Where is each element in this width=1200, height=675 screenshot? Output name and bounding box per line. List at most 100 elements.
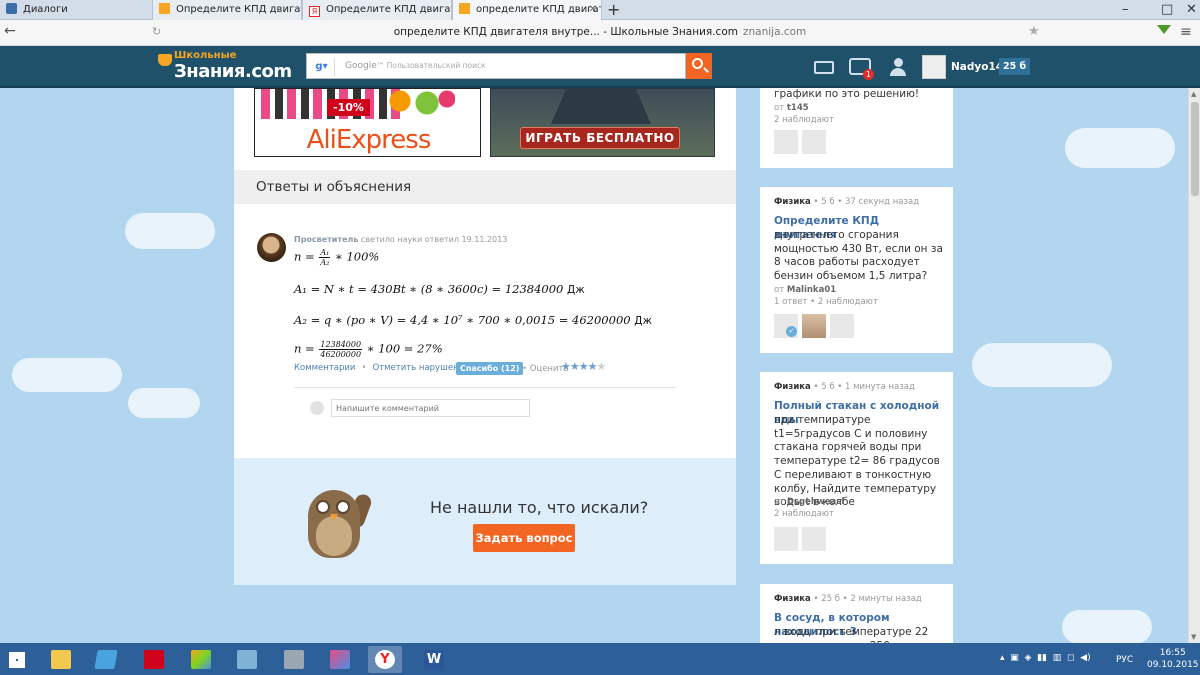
- question-card[interactable]: Физика • 5 б • 1 минута назад Полный ста…: [760, 372, 953, 564]
- notifications-icon[interactable]: 1: [849, 58, 875, 80]
- formula-text: ∗ 100 = 27%: [366, 341, 443, 356]
- clock-date: 09.10.2015: [1147, 660, 1199, 670]
- watchers-count: 2 наблюдают: [774, 115, 834, 125]
- scroll-down-icon[interactable]: ▼: [1191, 633, 1196, 641]
- scrollbar-thumb[interactable]: [1191, 102, 1199, 196]
- formula-efficiency: n = A₁ A₂ ∗ 100%: [294, 248, 379, 267]
- commenter-avatar: [310, 401, 324, 415]
- question-stats: 1 ответ • 2 наблюдают: [774, 297, 878, 307]
- tab-znanija-1[interactable]: Определите КПД двигателя в: [152, 0, 302, 20]
- subject-name[interactable]: Физика: [774, 594, 811, 604]
- avatar[interactable]: [802, 527, 826, 551]
- ask-question-button[interactable]: Задать вопрос: [473, 524, 575, 552]
- friends-icon[interactable]: [888, 58, 908, 76]
- star-icon[interactable]: ★: [588, 360, 598, 373]
- tab-znanija-active[interactable]: определите КПД двигателя ✕: [452, 0, 602, 20]
- close-tab-icon[interactable]: ✕: [589, 0, 597, 20]
- question-card[interactable]: Физика • 5 б • 37 секунд назад Определит…: [760, 187, 953, 353]
- avatar[interactable]: [774, 527, 798, 551]
- avira-icon[interactable]: [137, 646, 171, 673]
- question-subject: Физика • 5 б • 37 секунд назад: [774, 197, 920, 207]
- avatar[interactable]: [774, 130, 798, 154]
- question-body: графики по это решению!: [774, 88, 920, 100]
- control-panel-icon[interactable]: [230, 646, 264, 673]
- answer-author-name[interactable]: Просветитель: [294, 235, 358, 244]
- clock-time: 16:55: [1159, 648, 1186, 658]
- subject-name[interactable]: Физика: [774, 197, 811, 207]
- search-box[interactable]: g▾ Google™ Пользовательский поиск: [306, 53, 686, 79]
- game-ad[interactable]: ИГРАТЬ БЕСПЛАТНО: [490, 88, 715, 157]
- close-window-button[interactable]: ✕: [1186, 2, 1197, 17]
- download-arrow-icon[interactable]: [1157, 25, 1171, 34]
- network-icon[interactable]: [277, 646, 311, 673]
- aliexpress-ad[interactable]: -10% AliExpress: [254, 88, 481, 157]
- aliexpress-logo: AliExpress: [306, 125, 432, 155]
- star-icon[interactable]: ★: [570, 360, 580, 373]
- answer-author-avatar[interactable]: [257, 233, 286, 262]
- windows-start-icon[interactable]: [9, 652, 25, 668]
- fraction-denominator: A₂: [320, 258, 330, 267]
- logo-top-text: Школьные: [174, 50, 237, 61]
- user-points-badge: 25 б: [999, 58, 1031, 75]
- bookmark-star-icon[interactable]: ★: [1028, 24, 1040, 39]
- author-name[interactable]: Dsgehweasf: [787, 497, 845, 507]
- formula-fraction: 12384000 46200000: [319, 340, 363, 359]
- scrollbar[interactable]: ▲ ▼: [1188, 88, 1200, 643]
- avatar[interactable]: [830, 314, 854, 338]
- znanija-favicon-icon: [159, 3, 170, 14]
- page-title-url[interactable]: определите КПД двигателя внутре... - Шко…: [0, 26, 1200, 38]
- search-placeholder: Google™ Пользовательский поиск: [345, 61, 486, 71]
- author-name[interactable]: Malinka01: [787, 285, 836, 295]
- watchers-count: 2 наблюдают: [817, 297, 878, 307]
- question-card[interactable]: Физика • 25 б • 2 минуты назад В сосуд, …: [760, 584, 953, 643]
- play-free-button[interactable]: ИГРАТЬ БЕСПЛАТНО: [520, 127, 680, 149]
- new-tab-button[interactable]: +: [607, 0, 620, 20]
- browser-menu-icon[interactable]: ≡: [1180, 24, 1192, 40]
- formula-unit: Дж: [634, 315, 652, 327]
- tab-label: Определите КПД двигателя в: [176, 4, 301, 15]
- fraction-numerator: 12384000: [319, 340, 363, 350]
- google-icon: g▾: [309, 58, 335, 76]
- search-button[interactable]: [686, 53, 712, 79]
- word-icon[interactable]: W: [417, 646, 451, 673]
- subject-name[interactable]: Физика: [774, 382, 811, 392]
- avatar[interactable]: [802, 130, 826, 154]
- address-bar: ← ↻ определите КПД двигателя внутре... -…: [0, 20, 1200, 46]
- avatar[interactable]: [802, 314, 826, 338]
- not-found-banner: Не нашли то, что искали? Задать вопрос: [234, 458, 736, 585]
- scroll-up-icon[interactable]: ▲: [1191, 90, 1196, 98]
- games-icon[interactable]: [323, 646, 357, 673]
- file-explorer-icon[interactable]: [44, 646, 78, 673]
- app-icon[interactable]: [89, 646, 123, 673]
- language-indicator[interactable]: РУС: [1116, 655, 1133, 665]
- mail-icon[interactable]: [814, 61, 834, 74]
- author-name[interactable]: t145: [787, 103, 809, 113]
- comments-link[interactable]: Комментарии: [294, 363, 355, 373]
- answers-count: 1 ответ: [774, 297, 808, 307]
- star-icon[interactable]: ★: [561, 360, 571, 373]
- answers-heading: Ответы и объяснения: [234, 170, 736, 204]
- question-subject: Физика • 5 б • 1 минута назад: [774, 382, 915, 392]
- yandex-browser-icon[interactable]: Y: [368, 646, 402, 673]
- tab-znanija-2[interactable]: Я Определите КПД двигателя в: [302, 0, 452, 20]
- minimize-button[interactable]: –: [1122, 2, 1129, 17]
- star-icon[interactable]: ★: [597, 360, 607, 373]
- divider: [294, 387, 676, 388]
- star-icon[interactable]: ★: [579, 360, 589, 373]
- owl-mascot-image: [302, 480, 374, 560]
- formula-text: A₂ = q ∗ (po ∗ V) = 4,4 ∗ 10⁷ ∗ 700 ∗ 0,…: [294, 313, 631, 327]
- paint-icon[interactable]: [184, 646, 218, 673]
- ad-discount-badge: -10%: [327, 99, 370, 116]
- page-background: -10% AliExpress ИГРАТЬ БЕСПЛАТНО Ответы …: [0, 88, 1200, 643]
- comment-input[interactable]: [331, 399, 530, 417]
- rating-stars[interactable]: ★★★★★: [561, 360, 607, 373]
- system-tray[interactable]: ▴ ▣ ◈ ▮▮ ▥ ◻ ◀): [1000, 653, 1091, 663]
- tab-dialogs[interactable]: Диалоги: [0, 0, 152, 20]
- cloud-decoration: [972, 343, 1112, 387]
- user-avatar[interactable]: [922, 55, 946, 79]
- question-card[interactable]: графики по это решению! от t145 2 наблюд…: [760, 88, 953, 168]
- taskbar-clock[interactable]: 16:55 09.10.2015: [1147, 647, 1199, 671]
- maximize-button[interactable]: □: [1161, 2, 1173, 17]
- thanks-button[interactable]: Спасибо (12): [456, 362, 524, 375]
- avatar[interactable]: ✓: [774, 314, 798, 338]
